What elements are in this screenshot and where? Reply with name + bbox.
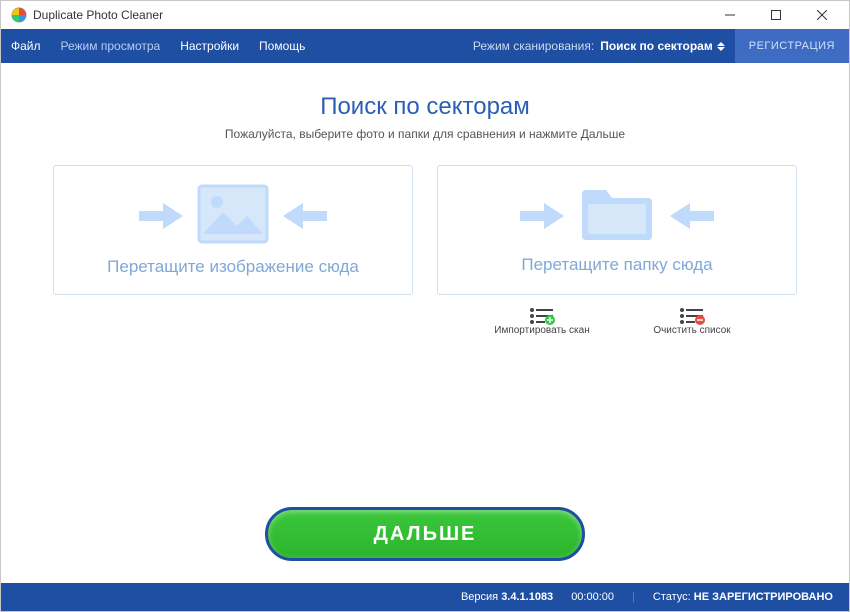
actions-row: Импортировать скан Очистить список [53, 307, 797, 336]
clear-list-label: Очистить список [653, 325, 730, 336]
drop-image-label: Перетащите изображение сюда [107, 257, 359, 277]
minimize-button[interactable] [707, 1, 753, 29]
drop-folder-label: Перетащите папку сюда [521, 255, 712, 275]
menubar: Файл Режим просмотра Настройки Помощь Ре… [1, 29, 849, 63]
drop-zones-row: Перетащите изображение сюда Перетащите п… [53, 165, 797, 295]
folder-icon [578, 186, 656, 247]
arrow-right-icon [139, 201, 183, 231]
app-title: Duplicate Photo Cleaner [33, 8, 707, 22]
arrow-left-icon [670, 201, 714, 231]
scan-mode-label: Режим сканирования: [473, 39, 594, 53]
next-button[interactable]: ДАЛЬШЕ [265, 507, 585, 561]
window-controls [707, 1, 845, 29]
menu-file[interactable]: Файл [1, 29, 51, 63]
page-subheading: Пожалуйста, выберите фото и папки для ср… [225, 127, 625, 141]
maximize-button[interactable] [753, 1, 799, 29]
close-button[interactable] [799, 1, 845, 29]
drop-zone-image[interactable]: Перетащите изображение сюда [53, 165, 413, 295]
arrow-left-icon [283, 201, 327, 231]
clear-list-icon [679, 307, 705, 325]
drop-zone-folder[interactable]: Перетащите папку сюда [437, 165, 797, 295]
arrow-right-icon [520, 201, 564, 231]
content-area: Поиск по секторам Пожалуйста, выберите ф… [1, 63, 849, 583]
next-button-label: ДАЛЬШЕ [374, 523, 477, 546]
titlebar: Duplicate Photo Cleaner [1, 1, 849, 29]
elapsed-time: 00:00:00 [571, 591, 614, 603]
status-label: Статус: НЕ ЗАРЕГИСТРИРОВАНО [653, 591, 833, 603]
separator: | [632, 591, 635, 603]
clear-list-button[interactable]: Очистить список [637, 307, 747, 336]
app-icon [11, 7, 27, 23]
version-label: Версия 3.4.1.1083 [461, 591, 553, 603]
menu-settings[interactable]: Настройки [170, 29, 249, 63]
import-scan-label: Импортировать скан [494, 325, 589, 336]
statusbar: Версия 3.4.1.1083 00:00:00 | Статус: НЕ … [1, 583, 849, 611]
menu-view-mode[interactable]: Режим просмотра [51, 29, 171, 63]
scan-mode-dropdown-icon[interactable] [717, 42, 725, 51]
import-scan-button[interactable]: Импортировать скан [487, 307, 597, 336]
image-icon [197, 184, 269, 249]
scan-mode-value[interactable]: Поиск по секторам [600, 39, 713, 53]
app-window: Duplicate Photo Cleaner Файл Режим просм… [0, 0, 850, 612]
import-scan-icon [529, 307, 555, 325]
menu-help[interactable]: Помощь [249, 29, 315, 63]
page-heading: Поиск по секторам [320, 93, 530, 121]
registration-button[interactable]: РЕГИСТРАЦИЯ [735, 29, 849, 63]
